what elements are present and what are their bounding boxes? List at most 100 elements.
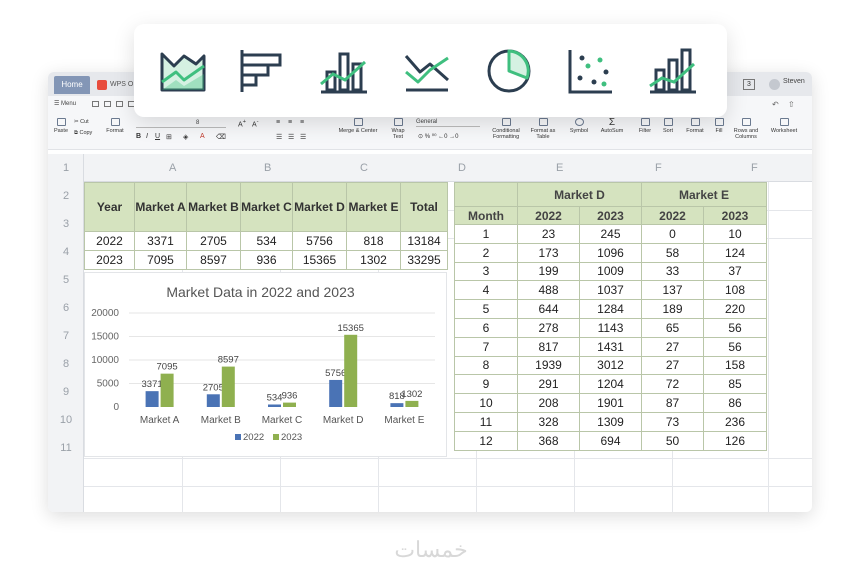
table-cell[interactable]: 1284 [579,299,642,319]
font-size-select[interactable]: 8 [194,119,226,128]
merge-center-button[interactable]: Merge & Center [334,118,382,134]
table-cell[interactable]: 818 [346,231,401,251]
table-header[interactable]: Market C [240,182,293,232]
table-cell[interactable]: 86 [703,393,767,413]
column-header[interactable]: B [264,162,271,174]
table-cell[interactable]: 1431 [579,336,642,357]
row-header[interactable]: 2 [48,190,84,202]
column-header[interactable]: F [655,162,662,174]
table-cell[interactable]: 3 [454,261,518,282]
number-format-select[interactable]: General [416,118,480,127]
autosum-button[interactable]: Σ AutoSum [598,118,626,135]
row-header[interactable]: 8 [48,358,84,370]
horizontal-bar-chart-icon[interactable] [236,46,286,96]
rows-columns-button[interactable]: Rows and Columns [730,118,762,140]
menu-button[interactable]: ☰ Menu [54,100,76,107]
currency-percent-icons[interactable]: ⊙ % ⁰⁰ ←0 →0 [418,133,459,140]
table-cell[interactable]: 58 [641,242,704,263]
fill-color-icon[interactable]: ◈ [183,133,188,141]
fill-button[interactable]: Fill [710,118,728,134]
table-cell[interactable]: 85 [703,374,767,395]
line-chart-icon[interactable] [402,46,452,96]
combo-bar-line-chart-icon[interactable] [319,46,369,96]
table-cell[interactable]: 488 [517,280,580,301]
table-cell[interactable]: 2023 [84,250,135,270]
table-cell[interactable]: 368 [517,430,580,451]
combo-column-line-chart-icon[interactable] [648,46,698,96]
table-cell[interactable]: 291 [517,374,580,395]
worksheet-button[interactable]: Worksheet [766,118,802,134]
table-cell[interactable]: 1309 [579,411,642,432]
table-cell[interactable]: 2 [454,242,518,263]
table-cell[interactable]: 65 [641,317,704,338]
table-header[interactable]: 2022 [517,206,580,225]
table-cell[interactable]: 23 [517,224,580,244]
undo-icon[interactable]: ↶ [772,100,779,109]
table-cell[interactable]: 27 [641,336,704,357]
table-cell[interactable]: 694 [579,430,642,451]
wrap-text-button[interactable]: Wrap Text [388,118,408,140]
paste-button[interactable]: Paste [52,118,70,134]
increase-font-icon[interactable]: A+ [238,119,246,128]
filter-button[interactable]: Filter [634,118,656,134]
table-cell[interactable]: 13184 [400,231,448,251]
table-cell[interactable]: 6 [454,317,518,338]
area-chart-icon[interactable] [158,46,208,96]
folder-icon[interactable] [92,101,99,107]
table-cell[interactable]: 56 [703,317,767,338]
row-header[interactable]: 9 [48,386,84,398]
row-header[interactable]: 10 [48,414,84,426]
column-header[interactable]: D [458,162,466,174]
table-cell[interactable]: 208 [517,393,580,413]
scatter-chart-icon[interactable] [566,46,616,96]
table-header[interactable]: Market A [134,182,187,232]
table-cell[interactable]: 236 [703,411,767,432]
table-cell[interactable]: 5 [454,299,518,319]
align-middle-icon[interactable]: ≡ [288,119,292,126]
table-cell[interactable]: 245 [579,224,642,244]
table-cell[interactable]: 7 [454,336,518,357]
table-cell[interactable]: 33295 [400,250,448,270]
font-color-icon[interactable]: A [200,133,205,140]
table-cell[interactable]: 15365 [292,250,347,270]
underline-button[interactable]: U [155,133,160,140]
table-cell[interactable]: 189 [641,299,704,319]
row-header[interactable]: 6 [48,302,84,314]
table-cell[interactable]: 7095 [134,250,187,270]
table-cell[interactable]: 56 [703,336,767,357]
table-cell[interactable]: 534 [240,231,293,251]
table-header-group[interactable]: Market D [517,182,642,207]
align-left-icon[interactable]: ☰ [276,133,282,141]
sort-button[interactable]: Sort [658,118,678,134]
table-cell[interactable]: 158 [703,355,767,376]
table-cell[interactable]: 4 [454,280,518,301]
symbol-button[interactable]: Symbol [566,118,592,134]
table-cell[interactable]: 1143 [579,317,642,338]
table-cell[interactable]: 27 [641,355,704,376]
table-cell[interactable]: 126 [703,430,767,451]
align-bottom-icon[interactable]: ≡ [300,119,304,126]
row-header[interactable]: 3 [48,218,84,230]
table-cell[interactable]: 8597 [186,250,241,270]
column-header[interactable]: F [751,162,758,174]
table-cell[interactable]: 12 [454,430,518,451]
table-cell[interactable]: 936 [240,250,293,270]
align-top-icon[interactable]: ≡ [276,119,280,126]
table-header[interactable]: Total [400,182,448,232]
align-center-icon[interactable]: ☰ [288,133,294,141]
table-cell[interactable]: 1204 [579,374,642,395]
table-cell[interactable]: 220 [703,299,767,319]
table-cell[interactable]: 87 [641,393,704,413]
tab-home[interactable]: Home [54,76,90,94]
table-cell[interactable]: 73 [641,411,704,432]
table-cell[interactable]: 199 [517,261,580,282]
table-cell[interactable]: 278 [517,317,580,338]
format-as-table-button[interactable]: Format as Table [528,118,558,140]
table-cell[interactable]: 2022 [84,231,135,251]
table-cell[interactable]: 10 [454,393,518,413]
avatar[interactable] [769,79,780,90]
table-header[interactable]: 2023 [703,206,767,225]
table-header[interactable]: 2022 [641,206,704,225]
row-header[interactable]: 7 [48,330,84,342]
table-cell[interactable]: 8 [454,355,518,376]
